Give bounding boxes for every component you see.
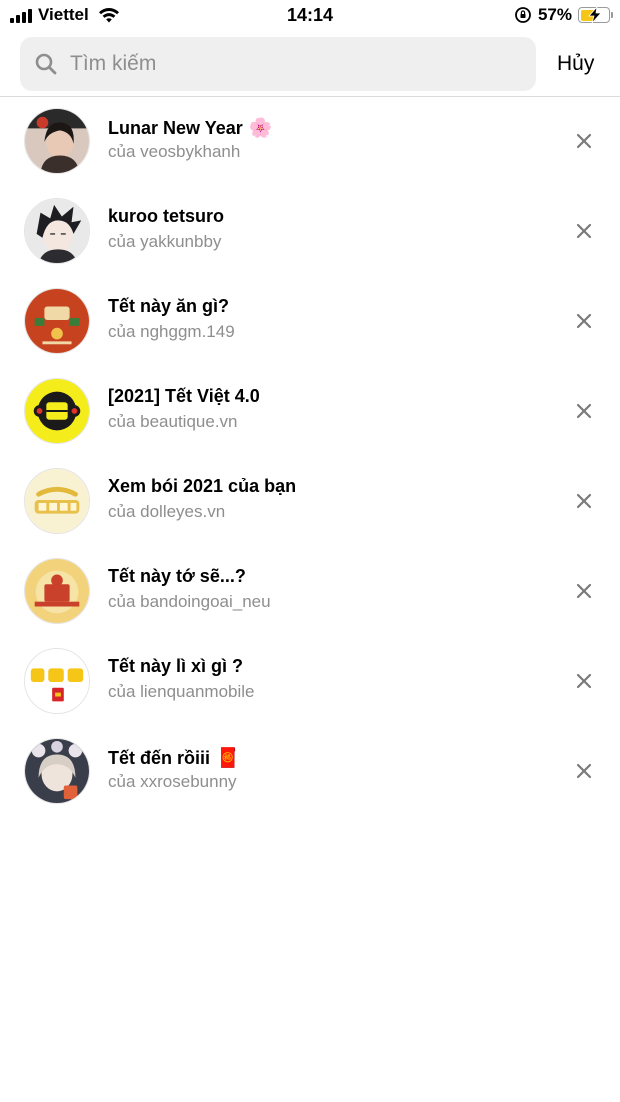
filter-title: Tết đến rồiii 🧧 [108,748,240,769]
filter-creator: của nghggm.149 [108,322,235,341]
filter-title: Tết này ăn gì? [108,296,230,316]
list-item[interactable]: Tết này lì xì gì ? của lienquanmobile [0,636,620,726]
filter-creator: của lienquanmobile [108,682,255,701]
avatar [24,648,90,714]
list-item[interactable]: Tết này ăn gì? của nghggm.149 [0,276,620,366]
cherry-blossom-emoji: 🌸 [248,118,273,139]
filter-creator: của bandoingoai_neu [108,592,271,611]
close-icon[interactable] [574,131,594,151]
list-item[interactable]: Xem bói 2021 của bạn của dolleyes.vn [0,456,620,546]
close-icon[interactable] [574,491,594,511]
orientation-lock-icon [515,7,531,23]
filter-title: Xem bói 2021 của bạn [108,476,297,496]
avatar [24,198,90,264]
status-right: 57% [514,5,613,25]
filter-creator: của beautique.vn [108,412,238,431]
close-icon[interactable] [574,761,594,781]
list-item[interactable]: [2021] Tết Việt 4.0 của beautique.vn [0,366,620,456]
close-icon[interactable] [574,221,594,241]
charging-bolt-icon [588,5,602,24]
list-item[interactable]: kuroo tetsuro của yakkunbby [0,186,620,276]
filter-title: kuroo tetsuro [108,206,225,226]
list-item[interactable]: Lunar New Year 🌸 của veosbykhanh [0,96,620,186]
close-icon[interactable] [574,671,594,691]
avatar [24,558,90,624]
filter-title: Lunar New Year 🌸 [108,118,273,139]
avatar [24,108,90,174]
avatar [24,288,90,354]
avatar [24,378,90,444]
close-icon[interactable] [574,401,594,421]
filter-title: Tết này lì xì gì ? [108,656,244,676]
red-envelope-emoji: 🧧 [216,748,240,769]
recent-search-list: Lunar New Year 🌸 của veosbykhanh kuroo te… [0,96,620,816]
search-icon [35,53,57,75]
avatar [24,468,90,534]
filter-creator: của yakkunbby [108,232,222,251]
avatar [24,738,90,804]
cancel-button[interactable]: Hủy [557,52,594,76]
filter-creator: của dolleyes.vn [108,502,226,521]
battery-percent: 57% [537,5,572,24]
filter-title: Tết này tớ sẽ...? [108,566,246,586]
filter-creator: của veosbykhanh [108,142,241,161]
close-icon[interactable] [574,581,594,601]
filter-creator: của xxrosebunny [108,772,237,791]
list-item[interactable]: Tết đến rồiii 🧧 của xxrosebunny [0,726,620,816]
search-bar[interactable] [20,37,536,91]
search-input[interactable] [70,52,490,76]
status-bar: Viettel 14:14 57% [0,0,620,32]
battery-icon [578,5,613,24]
list-item[interactable]: Tết này tớ sẽ...? của bandoingoai_neu [0,546,620,636]
close-icon[interactable] [574,311,594,331]
filter-title: [2021] Tết Việt 4.0 [108,386,260,406]
